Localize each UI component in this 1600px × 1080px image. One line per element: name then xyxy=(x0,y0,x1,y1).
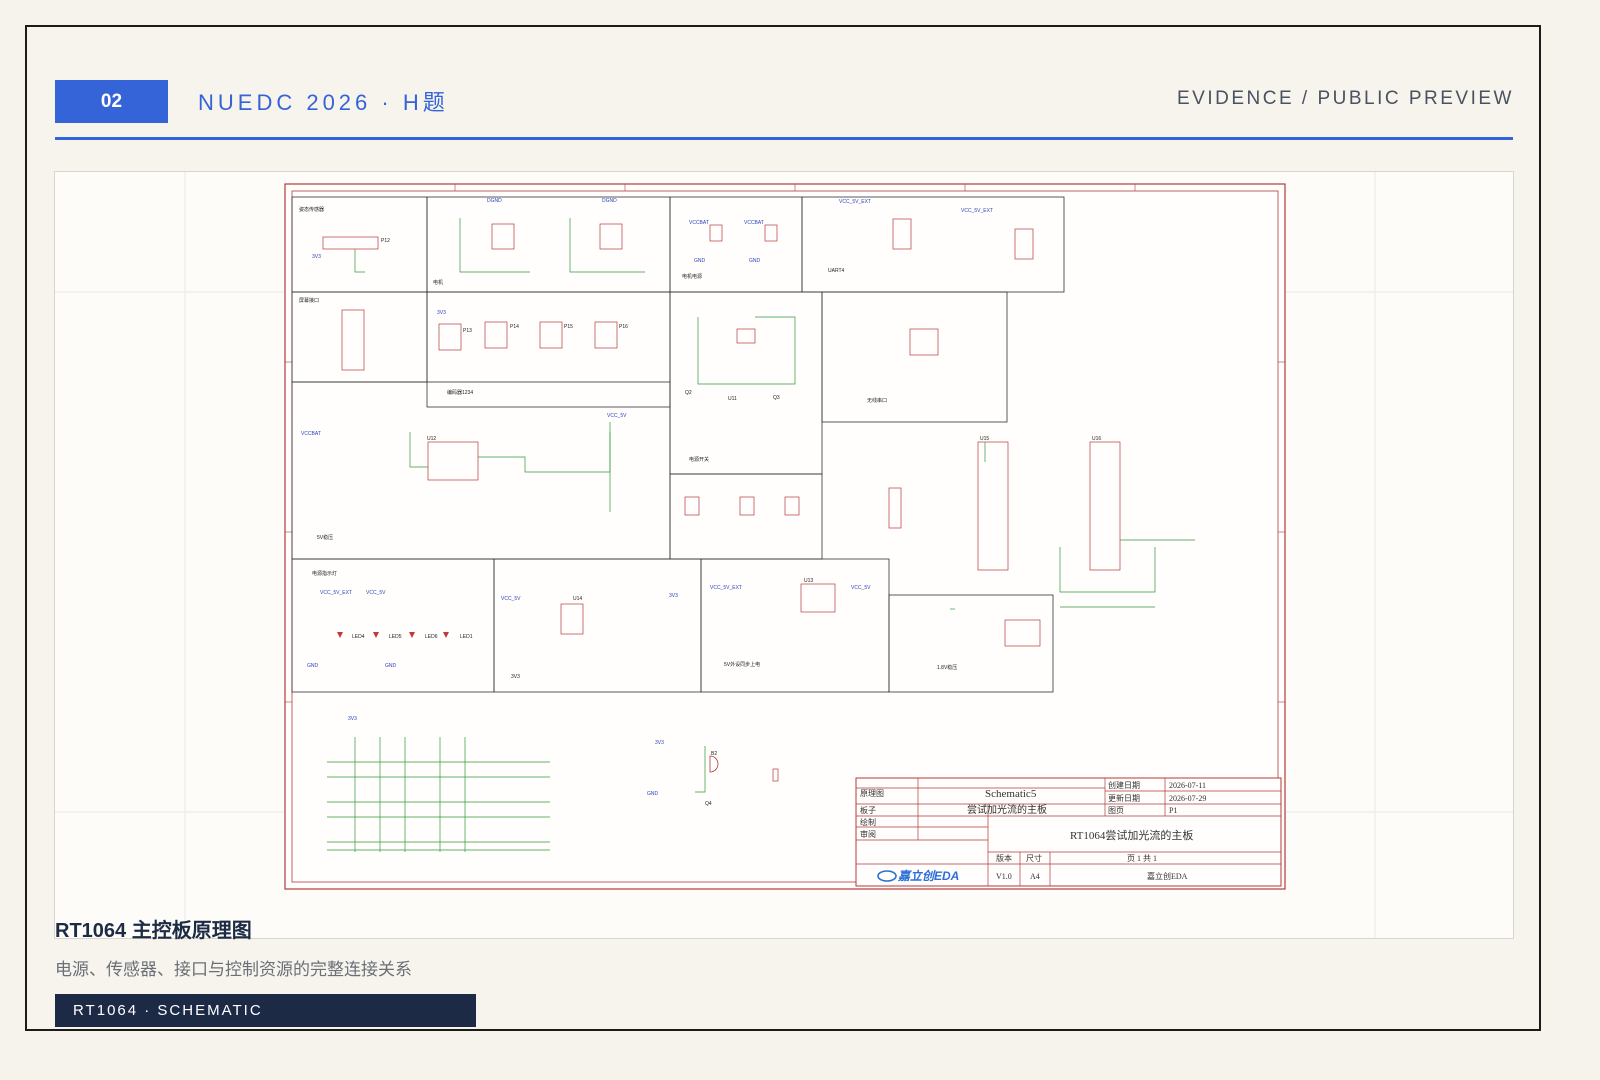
part-label: U13 xyxy=(804,578,813,584)
caption-title: RT1064 主控板原理图 xyxy=(55,920,252,942)
net-label: GND xyxy=(749,258,761,264)
net-label: 3V3 xyxy=(348,716,357,722)
tb-type-label: 原理图 xyxy=(860,789,884,798)
part-label: Q2 xyxy=(685,390,692,396)
schematic-image: 姿态传感器 电机 电机电源 UART4 屏幕接口 编码器1234 电源开关 无线… xyxy=(54,171,1514,939)
part-label: LED1 xyxy=(460,634,473,640)
tb-updated-label: 更新日期 xyxy=(1108,793,1140,803)
header-right-label: EVIDENCE / PUBLIC PREVIEW xyxy=(1176,88,1514,109)
part-label: U12 xyxy=(427,436,436,442)
net-label: VCCBAT xyxy=(301,431,321,437)
section-label: 屏幕接口 xyxy=(299,297,319,304)
section-label: 电机 xyxy=(433,279,443,286)
caption-subtitle: 电源、传感器、接口与控制资源的完整连接关系 xyxy=(55,960,412,979)
net-label: GND xyxy=(647,791,659,797)
section-label: 电源开关 xyxy=(689,456,709,463)
footer-tag: RT1064 · SCHEMATIC xyxy=(55,994,476,1027)
part-label: P16 xyxy=(619,324,628,330)
net-label: GND xyxy=(385,663,397,669)
part-label: U14 xyxy=(573,596,582,602)
net-label: VCC_5V xyxy=(501,596,521,602)
net-label: 3V3 xyxy=(655,740,664,746)
net-label: DGND xyxy=(602,198,617,204)
net-label: VCC_5V_EXT xyxy=(710,585,742,591)
part-label: LED5 xyxy=(389,634,402,640)
tb-logo-text: 嘉立创EDA xyxy=(897,869,959,883)
part-label: U15 xyxy=(980,436,989,442)
net-label: VCC_5V_EXT xyxy=(961,208,993,214)
tb-draw-label: 绘制 xyxy=(860,817,876,827)
tb-created-label: 创建日期 xyxy=(1108,780,1140,790)
tb-company: 嘉立创EDA xyxy=(1147,871,1188,881)
header-rule xyxy=(55,137,1513,140)
net-label: 3V3 xyxy=(437,310,446,316)
section-label: 电机电源 xyxy=(682,273,702,280)
title-block: 原理图 Schematic5 板子 尝试加光流的主板 绘制 审阅 创建日期 20… xyxy=(855,777,1282,887)
tb-board-name: 尝试加光流的主板 xyxy=(967,803,1047,816)
tb-version: V1.0 xyxy=(996,872,1012,881)
section-label: 3V3 xyxy=(511,674,520,680)
part-label: U16 xyxy=(1092,436,1101,442)
net-label: DGND xyxy=(487,198,502,204)
net-label: VCC_5V xyxy=(366,590,386,596)
tb-board-label: 板子 xyxy=(860,805,876,815)
page-number-badge: 02 xyxy=(55,80,168,123)
section-label: 5V稳压 xyxy=(317,534,333,541)
tb-page-value: P1 xyxy=(1169,806,1177,815)
part-label: Q3 xyxy=(773,395,780,401)
tb-size: A4 xyxy=(1030,872,1040,881)
net-label: VCC_5V xyxy=(607,413,627,419)
tb-review-label: 审阅 xyxy=(860,829,876,839)
net-label: GND xyxy=(307,663,319,669)
section-label: UART4 xyxy=(828,268,845,274)
section-label: 5V外设同步上电 xyxy=(724,661,760,668)
part-label: P15 xyxy=(564,324,573,330)
part-label: P13 xyxy=(463,328,472,334)
tb-schematic-name: Schematic5 xyxy=(985,788,1037,800)
part-label: P14 xyxy=(510,324,519,330)
tb-page-label: 图页 xyxy=(1108,806,1124,815)
section-label: 电源指示灯 xyxy=(312,570,337,577)
section-label: 无线串口 xyxy=(867,397,887,404)
tb-created-date: 2026-07-11 xyxy=(1169,781,1206,790)
tb-version-label: 版本 xyxy=(996,853,1012,863)
net-label: GND xyxy=(694,258,706,264)
net-label: VCCBAT xyxy=(689,220,709,226)
part-label: P12 xyxy=(381,238,390,244)
part-label: U11 xyxy=(728,396,737,402)
schematic-drawing: 姿态传感器 电机 电机电源 UART4 屏幕接口 编码器1234 电源开关 无线… xyxy=(55,172,1513,938)
header-title: NUEDC 2026 · H题 xyxy=(198,90,449,115)
net-label: VCCBAT xyxy=(744,220,764,226)
tb-main-title: RT1064尝试加光流的主板 xyxy=(1070,828,1193,842)
tb-updated-date: 2026-07-29 xyxy=(1169,794,1206,803)
tb-page-text: 页 1 共 1 xyxy=(1127,854,1157,863)
net-label: VCC_5V_EXT xyxy=(839,199,871,205)
net-label: VCC_5V xyxy=(851,585,871,591)
net-label: VCC_5V_EXT xyxy=(320,590,352,596)
section-label: 姿态传感器 xyxy=(299,206,324,213)
tb-size-label: 尺寸 xyxy=(1026,853,1042,863)
section-label: 1.8V稳压 xyxy=(937,664,957,671)
net-label: 3V3 xyxy=(669,593,678,599)
part-label: LED4 xyxy=(352,634,365,640)
net-label: 3V3 xyxy=(312,254,321,260)
section-label: 编码器1234 xyxy=(447,389,473,396)
part-label: LED6 xyxy=(425,634,438,640)
part-label: Q4 xyxy=(705,801,712,807)
